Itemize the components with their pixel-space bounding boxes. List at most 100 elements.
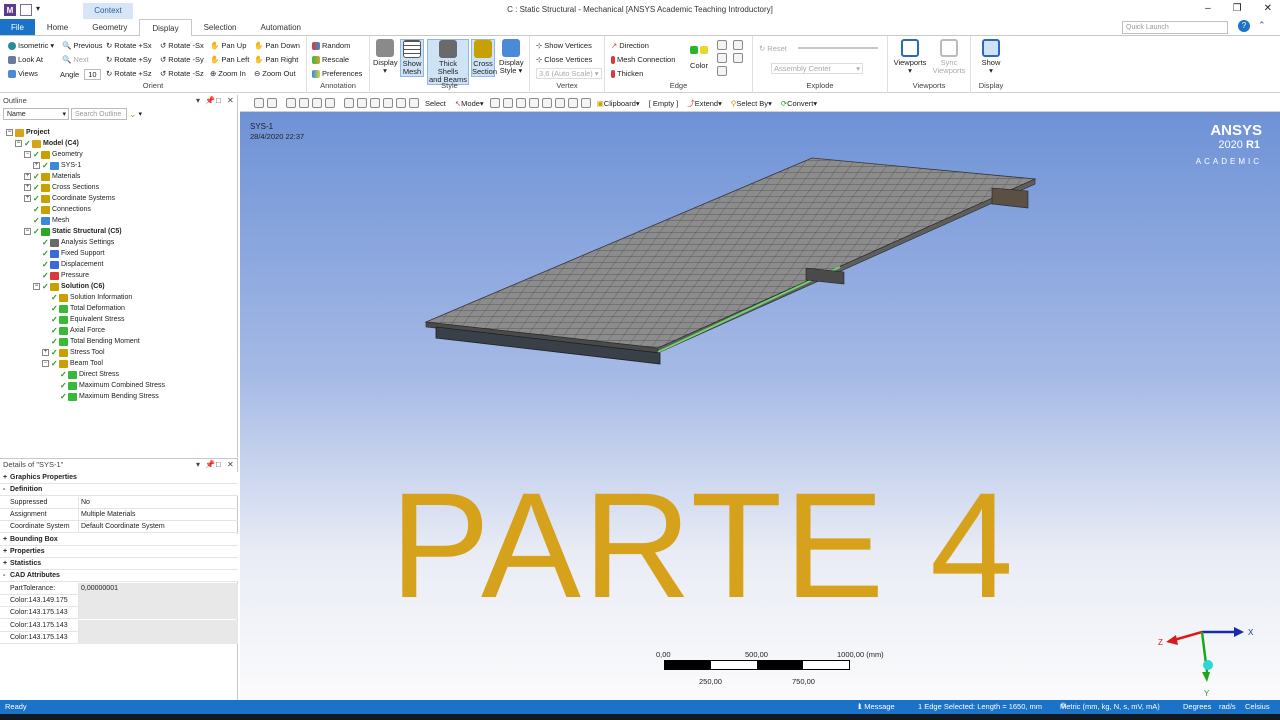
select-edge-icon[interactable] bbox=[502, 98, 513, 108]
select-mesh-icon[interactable] bbox=[567, 98, 578, 108]
wireframe-icon[interactable] bbox=[286, 98, 296, 108]
details-section[interactable]: - CAD Attributes bbox=[0, 570, 238, 583]
thick-shells-button[interactable]: Thick Shells and Beams bbox=[427, 39, 469, 85]
tree-item[interactable]: +✓Displacement bbox=[33, 259, 103, 270]
far-girder[interactable] bbox=[991, 187, 1029, 209]
previous-button[interactable]: 🔍 Previous bbox=[62, 41, 103, 50]
zoom-in-icon[interactable] bbox=[254, 98, 264, 108]
minimize-button[interactable]: – bbox=[1205, 3, 1211, 14]
select-by-dropdown[interactable]: ⚲Select By▾ bbox=[731, 99, 772, 108]
tree-item[interactable]: + ✓ Stress Tool bbox=[42, 347, 105, 358]
tree-item[interactable]: − ✓ Static Structural (C5) bbox=[24, 226, 122, 237]
details-row[interactable]: Color:143.175.143 bbox=[0, 631, 238, 644]
show-button[interactable]: Show ▾ bbox=[976, 39, 1006, 75]
rotate-plus-sz-button[interactable]: ↻ Rotate +Sz bbox=[106, 69, 152, 78]
details-section[interactable]: - Definition bbox=[0, 484, 238, 497]
rotate-minus-sx-button[interactable]: ↺ Rotate -Sx bbox=[160, 41, 204, 50]
tree-item[interactable]: − ✓ Geometry bbox=[24, 149, 83, 160]
reset-button[interactable]: ↻ Reset bbox=[759, 44, 787, 53]
tree-item[interactable]: + ✓ Cross Sections bbox=[24, 182, 99, 193]
tree-item[interactable]: +✓Direct Stress bbox=[51, 369, 119, 380]
tree-item[interactable]: + ✓ Coordinate Systems bbox=[24, 193, 115, 204]
select-body-icon[interactable] bbox=[528, 98, 539, 108]
preferences-button[interactable]: Preferences bbox=[312, 69, 362, 78]
pan-left-button[interactable]: ✋ Pan Left bbox=[210, 55, 249, 64]
select-all-icon[interactable] bbox=[580, 98, 591, 108]
angle-input[interactable]: 10 bbox=[84, 69, 101, 80]
property-value[interactable] bbox=[78, 631, 238, 644]
section-toggle-icon[interactable]: - bbox=[3, 484, 5, 496]
tree-item[interactable]: +✓Mesh bbox=[24, 215, 69, 226]
edge-style-2-icon[interactable] bbox=[717, 53, 727, 63]
expand-icon[interactable]: − bbox=[42, 360, 49, 367]
close-pane-icon[interactable]: ✕ bbox=[227, 459, 234, 471]
mode-dropdown[interactable]: ↖Mode▾ bbox=[455, 99, 484, 108]
shaded-icon[interactable] bbox=[299, 98, 309, 108]
select-node-icon[interactable] bbox=[541, 98, 552, 108]
zoom-in-button[interactable]: ⊕ Zoom In bbox=[210, 69, 246, 78]
tree-item[interactable]: +✓Pressure bbox=[33, 270, 89, 281]
pin-icon[interactable]: 📌 bbox=[205, 95, 215, 107]
isometric-button[interactable]: Isometric ▾ bbox=[8, 41, 54, 50]
mesh-connection-button[interactable]: Mesh Connection bbox=[611, 55, 675, 64]
save-icon[interactable] bbox=[20, 3, 32, 16]
tab-display[interactable]: Display bbox=[139, 19, 192, 37]
rotate-icon[interactable] bbox=[344, 98, 354, 108]
collapse-ribbon-icon[interactable]: ⌃ bbox=[1258, 20, 1266, 31]
extend-dropdown[interactable]: ⤴Extend▾ bbox=[687, 98, 722, 109]
edge-style-3-icon[interactable] bbox=[717, 66, 727, 76]
edges-icon[interactable] bbox=[312, 98, 322, 108]
details-row[interactable]: Color:143.175.143 bbox=[0, 607, 238, 620]
edge-style-1-icon[interactable] bbox=[717, 40, 727, 50]
search-outline-input[interactable]: Search Outline bbox=[71, 108, 127, 120]
expand-icon[interactable]: + bbox=[24, 173, 31, 180]
property-value[interactable] bbox=[78, 595, 238, 607]
customize-toolbar-icon[interactable]: ▾ bbox=[36, 3, 42, 16]
edge-style-5-icon[interactable] bbox=[733, 53, 743, 63]
details-section[interactable]: + Properties bbox=[0, 545, 238, 558]
convert-dropdown[interactable]: ⟳Convert▾ bbox=[781, 99, 817, 108]
expand-icon[interactable]: − bbox=[33, 283, 40, 290]
tree-item[interactable]: + ✓ SYS-1 bbox=[33, 160, 81, 171]
details-section[interactable]: + Graphics Properties bbox=[0, 472, 238, 484]
tree-item[interactable]: +✓Total Bending Moment bbox=[42, 336, 140, 347]
quick-launch-input[interactable]: Quick Launch bbox=[1122, 21, 1228, 34]
magnifier-icon[interactable] bbox=[409, 98, 419, 108]
section-toggle-icon[interactable]: + bbox=[3, 472, 7, 484]
tree-item[interactable]: − Project bbox=[6, 127, 50, 138]
expand-icon[interactable]: + bbox=[24, 184, 31, 191]
property-value[interactable]: 0,00000001 bbox=[78, 582, 238, 595]
details-row[interactable]: Color:143.175.143 bbox=[0, 619, 238, 632]
display-button[interactable]: Display ▾ bbox=[373, 39, 398, 75]
expand-icon[interactable]: + bbox=[42, 349, 49, 356]
tree-item[interactable]: +✓Axial Force bbox=[42, 325, 105, 336]
rotate-minus-sy-button[interactable]: ↺ Rotate -Sy bbox=[160, 55, 204, 64]
details-section[interactable]: + Statistics bbox=[0, 558, 238, 571]
sync-viewports-button[interactable]: Sync Viewports bbox=[930, 39, 968, 75]
box-zoom-icon[interactable] bbox=[383, 98, 393, 108]
filter-dropdown-icon[interactable]: ▾ bbox=[139, 110, 143, 118]
select-label[interactable]: Select bbox=[425, 99, 446, 108]
float-pane-icon[interactable]: □ bbox=[216, 459, 221, 471]
expand-icon[interactable]: + bbox=[24, 195, 31, 202]
expand-icon[interactable]: − bbox=[6, 129, 13, 136]
look-at-button[interactable]: Look At bbox=[8, 55, 43, 64]
details-row[interactable]: Color:143.149.175 bbox=[0, 595, 238, 607]
pin-icon[interactable]: 📌 bbox=[205, 459, 215, 471]
select-element-icon[interactable] bbox=[554, 98, 565, 108]
details-row[interactable]: Suppressed No bbox=[0, 496, 238, 509]
expand-icon[interactable]: + bbox=[33, 162, 40, 169]
status-angle-unit[interactable]: Degrees bbox=[1183, 700, 1211, 714]
details-section[interactable]: + Bounding Box bbox=[0, 533, 238, 546]
assembly-center-select[interactable]: Assembly Center ▾ bbox=[771, 63, 863, 74]
section-toggle-icon[interactable]: + bbox=[3, 546, 7, 558]
filter-icon[interactable]: ⌄ bbox=[129, 109, 137, 120]
context-tab[interactable]: Context bbox=[83, 3, 133, 19]
color-button[interactable]: Color bbox=[685, 39, 713, 70]
zoom-out-button[interactable]: ⊖ Zoom Out bbox=[254, 69, 296, 78]
close-vertices-button[interactable]: ⊹ Close Vertices bbox=[536, 55, 592, 64]
clipboard-dropdown[interactable]: ▣Clipboard▾ bbox=[597, 99, 640, 108]
pan-down-button[interactable]: ✋ Pan Down bbox=[254, 41, 300, 50]
auto-scale-select[interactable]: 3,6 (Auto Scale) ▾ bbox=[536, 68, 602, 79]
restore-button[interactable]: ❐ bbox=[1233, 3, 1242, 14]
